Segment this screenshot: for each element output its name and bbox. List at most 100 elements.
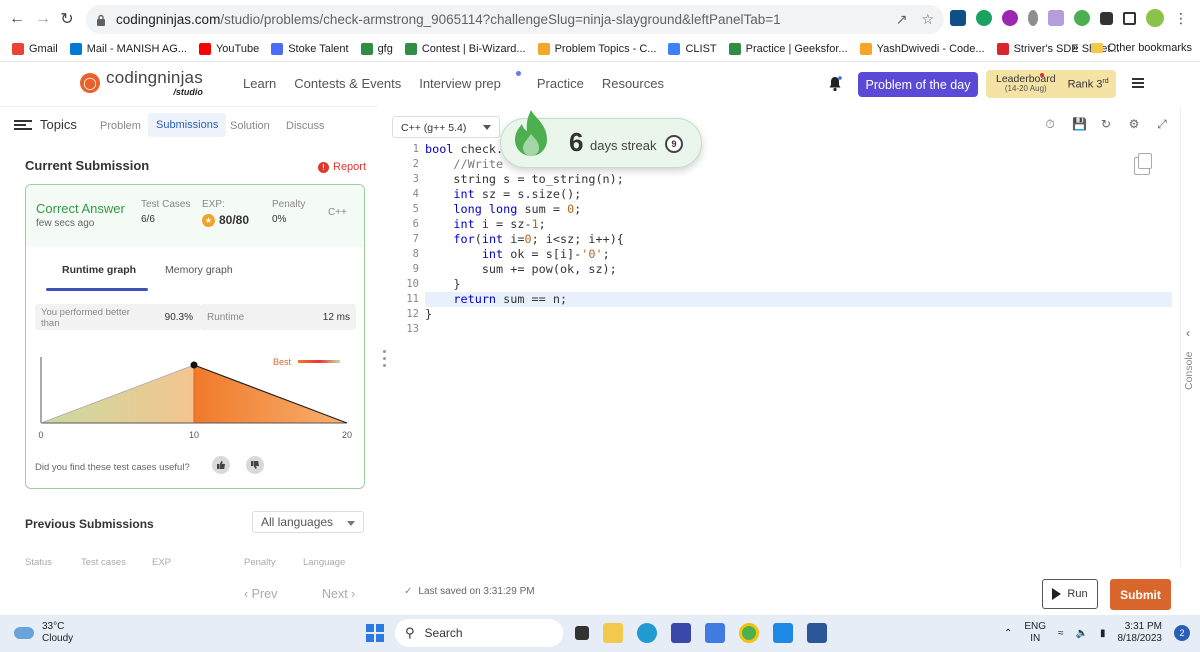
timer-icon[interactable]: ⏱ xyxy=(1044,118,1056,130)
prev-page-button[interactable]: ‹ Prev xyxy=(244,587,277,601)
back-icon[interactable]: ← xyxy=(4,6,30,32)
bookmark-item[interactable]: Mail - MANISH AG... xyxy=(69,43,187,55)
tab-runtime-graph[interactable]: Runtime graph xyxy=(62,264,136,276)
visual-studio-icon[interactable] xyxy=(671,623,691,643)
extension-plus-icon[interactable] xyxy=(1074,10,1090,26)
nav-practice[interactable]: Practice xyxy=(537,76,584,91)
codingninjas-logo[interactable]: ◯ codingninjas /studio xyxy=(80,69,203,97)
bookmark-item[interactable]: CLIST xyxy=(668,43,717,55)
line-number: 3 xyxy=(412,173,419,185)
other-bookmarks[interactable]: Other bookmarks xyxy=(1090,42,1192,54)
clock[interactable]: 3:31 PM 8/18/2023 xyxy=(1118,621,1163,645)
more-bookmarks-button[interactable]: » xyxy=(1073,42,1079,54)
bookmark-item[interactable]: Practice | Geeksfor... xyxy=(728,43,848,55)
bookmark-item[interactable]: Stoke Talent xyxy=(271,43,349,55)
leaderboard-dot xyxy=(1040,73,1044,77)
tab-problem[interactable]: Problem xyxy=(100,120,141,132)
problem-of-the-day-button[interactable]: Problem of the day xyxy=(858,72,978,97)
nav-learn[interactable]: Learn xyxy=(243,76,276,91)
tray-chevron-up-icon[interactable]: ⌃ xyxy=(1004,628,1012,639)
line-number: 4 xyxy=(412,188,419,200)
topics-button[interactable]: Topics xyxy=(14,117,77,132)
exp-stat: EXP: ★ 80/80 xyxy=(202,199,250,227)
notification-bell-icon[interactable] xyxy=(828,76,842,92)
bookmark-item[interactable]: Contest | Bi-Wizard... xyxy=(404,43,526,55)
share-icon[interactable]: ↗ xyxy=(896,11,908,28)
settings-gear-icon[interactable]: ⚙ xyxy=(1128,118,1140,130)
panel-resize-handle[interactable] xyxy=(383,350,387,374)
leaderboard-badge[interactable]: Leaderboard (14-20 Aug) Rank 3rd xyxy=(986,70,1116,98)
thumbs-up-icon[interactable] xyxy=(212,456,230,474)
file-explorer-icon[interactable] xyxy=(603,623,623,643)
nav-interview-prep[interactable]: Interview prep xyxy=(419,71,521,91)
line-number: 2 xyxy=(412,158,419,170)
console-label[interactable]: Console xyxy=(1183,351,1195,390)
editor-footer: ✓ Last saved on 3:31:29 PM Run Submit xyxy=(392,570,1182,614)
nav-resources[interactable]: Resources xyxy=(602,76,664,91)
language-filter-dropdown[interactable]: All languages xyxy=(252,511,364,533)
bookmark-favicon-icon xyxy=(271,43,284,55)
previous-submissions-title: Previous Submissions xyxy=(25,517,154,531)
tab-solution[interactable]: Solution xyxy=(230,120,270,132)
thumbs-down-icon[interactable] xyxy=(246,456,264,474)
bookmark-favicon-icon xyxy=(12,43,24,55)
line-number: 1 xyxy=(412,143,419,155)
copy-code-icon[interactable] xyxy=(1134,153,1152,175)
extension-v-icon[interactable] xyxy=(950,10,966,26)
bookmark-item[interactable]: gfg xyxy=(360,43,393,55)
forward-icon[interactable]: → xyxy=(30,6,56,32)
profile-avatar[interactable] xyxy=(1146,9,1164,27)
task-view-icon[interactable] xyxy=(575,626,589,640)
vscode-icon[interactable] xyxy=(773,623,793,643)
tab-memory-graph[interactable]: Memory graph xyxy=(165,264,233,276)
console-sidebar[interactable] xyxy=(1180,107,1200,567)
windows-start-icon[interactable] xyxy=(366,624,386,644)
todo-app-icon[interactable] xyxy=(705,623,725,643)
wifi-icon[interactable]: ≈ xyxy=(1058,628,1064,639)
bookmark-item[interactable]: Gmail xyxy=(12,43,58,55)
extension-m-icon[interactable] xyxy=(1048,10,1064,26)
nav-contests[interactable]: Contests & Events xyxy=(294,76,401,91)
bookmark-favicon-icon xyxy=(404,43,417,55)
notification-count[interactable]: 2 xyxy=(1174,625,1190,641)
system-tray: ⌃ ENG IN ≈ 🔈 ▮ 3:31 PM 8/18/2023 2 xyxy=(1004,621,1190,645)
taskbar-search[interactable]: ⚲ Search xyxy=(395,619,563,647)
tab-discuss[interactable]: Discuss xyxy=(286,120,325,132)
extension-d-icon[interactable] xyxy=(976,10,992,26)
chrome-icon[interactable] xyxy=(739,623,759,643)
weather-widget[interactable]: 33°C Cloudy xyxy=(14,621,73,645)
reset-icon[interactable]: ↻ xyxy=(1100,118,1112,130)
language-selector[interactable]: C++ (g++ 5.4) xyxy=(392,116,500,138)
extension-figure-icon[interactable] xyxy=(1028,10,1038,26)
bookmark-item[interactable]: YouTube xyxy=(198,43,259,55)
bookmark-item[interactable]: YashDwivedi - Code... xyxy=(859,43,985,55)
performance-value: 90.3% xyxy=(164,312,193,323)
next-page-button[interactable]: Next › xyxy=(322,587,355,601)
flame-icon xyxy=(515,110,547,156)
side-panel-icon[interactable] xyxy=(1123,11,1136,25)
code-line: sum += pow(ok, sz); xyxy=(425,262,617,276)
reload-icon[interactable]: ↻ xyxy=(54,6,80,32)
browser-menu-icon[interactable]: ⋮ xyxy=(1174,10,1188,27)
volume-icon[interactable]: 🔈 xyxy=(1076,628,1088,639)
submit-button[interactable]: Submit xyxy=(1110,579,1171,610)
bookmark-item[interactable]: Problem Topics - C... xyxy=(537,43,656,55)
report-button[interactable]: ! Report xyxy=(318,161,366,173)
code-line: for(int i=0; i<sz; i++){ xyxy=(453,232,624,246)
code-editor[interactable]: 1 2 3 4 5 6 7 8 9 10 11 12 13 bool check... //Write … xyxy=(392,142,1172,570)
extension-purple-icon[interactable] xyxy=(1002,10,1018,26)
word-icon[interactable] xyxy=(807,623,827,643)
tab-submissions[interactable]: Submissions xyxy=(148,113,227,137)
fullscreen-icon[interactable]: ⤢ xyxy=(1156,118,1168,130)
address-bar[interactable]: codingninjas.com/studio/problems/check-a… xyxy=(86,5,944,34)
input-language[interactable]: ENG IN xyxy=(1024,621,1046,645)
edge-browser-icon[interactable] xyxy=(637,623,657,643)
code-line: } xyxy=(425,307,433,321)
save-icon[interactable]: 💾 xyxy=(1072,118,1087,130)
chevron-left-icon[interactable]: ‹ xyxy=(1186,326,1190,340)
extensions-puzzle-icon[interactable] xyxy=(1100,11,1113,25)
run-button[interactable]: Run xyxy=(1042,579,1098,609)
hamburger-menu-icon[interactable] xyxy=(1132,78,1144,88)
battery-icon[interactable]: ▮ xyxy=(1100,628,1106,639)
bookmark-star-icon[interactable]: ☆ xyxy=(921,11,934,28)
